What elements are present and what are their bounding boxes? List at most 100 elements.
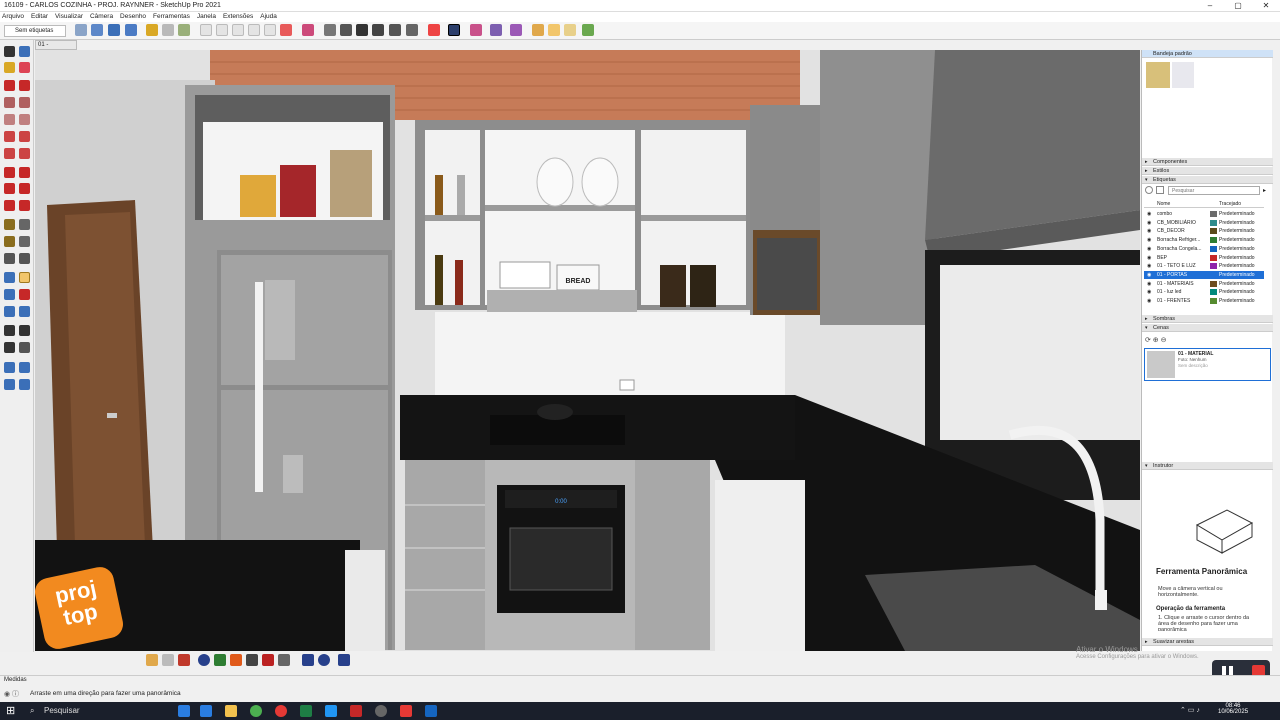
right-view-icon[interactable]: [248, 24, 260, 36]
material-swatch-1[interactable]: [1146, 62, 1170, 88]
tag-row[interactable]: ◉ CB_DECOR Predeterminado: [1144, 227, 1264, 235]
arc3-icon[interactable]: [4, 148, 15, 159]
pencil-icon[interactable]: [146, 654, 158, 666]
mail-icon[interactable]: [302, 654, 314, 666]
sketchup-icon[interactable]: [425, 705, 437, 717]
minimize-button[interactable]: –: [1196, 0, 1224, 12]
zoom-window-icon[interactable]: [19, 289, 30, 300]
visibility-eye-icon[interactable]: ◉: [1147, 210, 1151, 218]
settings-icon[interactable]: [278, 654, 290, 666]
active-camera-icon[interactable]: [448, 24, 460, 36]
move-icon[interactable]: [4, 167, 15, 178]
menu-extensoes[interactable]: Extensões: [223, 13, 253, 20]
purple-tool-icon[interactable]: [490, 24, 502, 36]
rotated-rect-icon[interactable]: [19, 97, 30, 108]
menu-desenho[interactable]: Desenho: [120, 13, 146, 20]
tag-row[interactable]: ◉ 01 - MATERIAIS Predeterminado: [1144, 280, 1264, 288]
scale-icon[interactable]: [4, 200, 15, 211]
tag-row[interactable]: ◉ CB_MOBILIÁRIO Predeterminado: [1144, 219, 1264, 227]
house-side-icon[interactable]: [406, 24, 418, 36]
rectangle-icon[interactable]: [4, 97, 15, 108]
walk-tool-icon[interactable]: [4, 342, 15, 353]
stamp-icon[interactable]: [4, 379, 15, 390]
house-front-icon[interactable]: [389, 24, 401, 36]
protractor-icon[interactable]: [4, 236, 15, 247]
xray-icon[interactable]: [146, 24, 158, 36]
tag-row[interactable]: ◉ 01 - TETO E LUZ Predeterminado: [1144, 262, 1264, 270]
maximize-button[interactable]: ▢: [1224, 0, 1252, 12]
tag-row[interactable]: ◉ Borracha Refriger... Predeterminado: [1144, 236, 1264, 244]
box-outline-icon[interactable]: [548, 24, 560, 36]
tag-color-swatch[interactable]: [1210, 298, 1217, 304]
tag-row[interactable]: ◉ 01 - FRENTES Predeterminado: [1144, 297, 1264, 305]
tag-color-swatch[interactable]: [1210, 228, 1217, 235]
rotate-icon[interactable]: [4, 183, 15, 194]
front-view-icon[interactable]: [232, 24, 244, 36]
layers-icon[interactable]: [178, 654, 190, 666]
tag-color-swatch[interactable]: [1210, 245, 1217, 252]
visibility-eye-icon[interactable]: ◉: [1147, 236, 1151, 244]
menu-ajuda[interactable]: Ajuda: [260, 13, 277, 20]
user-icon[interactable]: [338, 654, 350, 666]
eraser-icon[interactable]: [19, 62, 30, 73]
drawing-viewport[interactable]: BREAD 0:00 proj top: [35, 50, 1140, 651]
polygon-icon[interactable]: [19, 114, 30, 125]
close-button[interactable]: ✕: [1252, 0, 1280, 12]
axes-tool-icon[interactable]: [4, 253, 15, 264]
look-around-tool-icon[interactable]: [19, 325, 30, 336]
tag-selector[interactable]: Sem etiquetas: [4, 25, 66, 37]
tag-color-swatch[interactable]: [1210, 289, 1217, 296]
look-around-icon[interactable]: [340, 24, 352, 36]
sandbox-icon[interactable]: [470, 24, 482, 36]
excel-icon[interactable]: [300, 705, 312, 717]
tray-icons[interactable]: ⌃ ▭ ♪: [1180, 706, 1200, 714]
clock[interactable]: 08:46 10/06/2025: [1218, 703, 1248, 715]
shadows-panel-header[interactable]: ▸ Sombras: [1142, 315, 1273, 323]
arc2-icon[interactable]: [19, 131, 30, 142]
text-icon[interactable]: [19, 236, 30, 247]
sketchup-red-icon[interactable]: [350, 705, 362, 717]
visibility-eye-icon[interactable]: ◉: [1147, 297, 1151, 305]
tag-color-swatch[interactable]: [1210, 254, 1217, 261]
orbit-tool-icon[interactable]: [4, 272, 15, 283]
menu-visualizar[interactable]: Visualizar: [55, 13, 83, 20]
info-icon[interactable]: [318, 654, 330, 666]
tag-color-swatch[interactable]: [1210, 211, 1217, 217]
house-outline-icon[interactable]: [372, 24, 384, 36]
home-icon[interactable]: [356, 24, 368, 36]
visibility-eye-icon[interactable]: ◉: [1147, 288, 1151, 296]
taskbar-search[interactable]: ⌕ Pesquisar: [24, 704, 134, 718]
visibility-eye-icon[interactable]: ◉: [1147, 254, 1151, 262]
app-icon[interactable]: [325, 705, 337, 717]
chrome2-icon[interactable]: [275, 705, 287, 717]
menu-ferramentas[interactable]: Ferramentas: [153, 13, 190, 20]
tag-color-swatch[interactable]: [1210, 219, 1217, 226]
tag-row[interactable]: ◉ Borracha Congela... Predeterminado: [1144, 245, 1264, 253]
material-swatch-2[interactable]: [1172, 62, 1194, 88]
tape-measure-icon[interactable]: [4, 219, 15, 230]
zoom-extents-icon[interactable]: [125, 24, 137, 36]
tag-color-swatch[interactable]: [1210, 237, 1217, 244]
follow-me-icon[interactable]: [19, 183, 30, 194]
visibility-eye-icon[interactable]: ◉: [1147, 219, 1151, 227]
eraser-tool-icon[interactable]: [510, 24, 522, 36]
red-tool-icon[interactable]: [428, 24, 440, 36]
3d-text-icon[interactable]: [19, 253, 30, 264]
visibility-eye-icon[interactable]: ◉: [1147, 262, 1151, 270]
pan-icon[interactable]: [91, 24, 103, 36]
wireframe-icon[interactable]: [162, 24, 174, 36]
tag-color-swatch[interactable]: [1210, 280, 1217, 287]
drape-icon[interactable]: [19, 379, 30, 390]
pdf-icon[interactable]: [400, 705, 412, 717]
dimension-icon[interactable]: [19, 219, 30, 230]
pie-icon[interactable]: [19, 148, 30, 159]
menu-janela[interactable]: Janela: [197, 13, 216, 20]
shaded-icon[interactable]: [178, 24, 190, 36]
zoom-icon[interactable]: [108, 24, 120, 36]
walk-icon[interactable]: [324, 24, 336, 36]
render-icon[interactable]: [230, 654, 242, 666]
tree-icon[interactable]: [214, 654, 226, 666]
box-section-icon[interactable]: [564, 24, 576, 36]
edge-icon[interactable]: [178, 705, 190, 717]
store-icon[interactable]: [200, 705, 212, 717]
